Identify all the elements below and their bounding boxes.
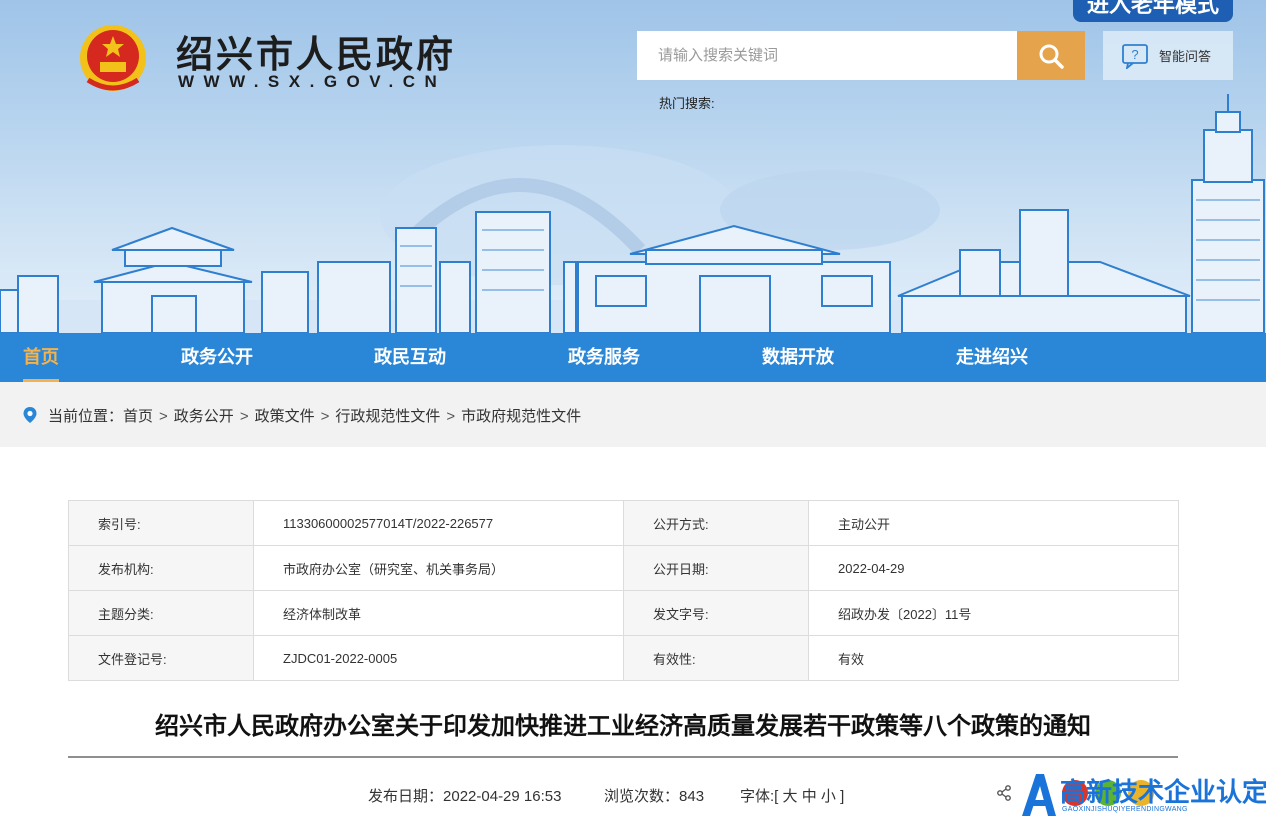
info-key: 发文字号:	[623, 590, 809, 636]
info-value: 主动公开	[808, 500, 1179, 546]
breadcrumb-separator: >	[446, 408, 456, 425]
table-row: 索引号: 11330600002577014T/2022-226577 公开方式…	[68, 500, 1179, 546]
ai-assistant-button[interactable]: ? 智能问答	[1103, 31, 1233, 80]
magnifier-icon	[1039, 44, 1064, 69]
breadcrumb-separator: >	[159, 408, 168, 425]
font-size-label: 字体:[	[740, 788, 779, 805]
info-value: ZJDC01-2022-0005	[253, 635, 624, 681]
site-header: 绍兴市人民政府 WWW.SX.GOV.CN 进入老年模式 ? 智能问答 热门搜索…	[0, 0, 1266, 333]
breadcrumb-separator: >	[320, 408, 330, 425]
elder-mode-button[interactable]: 进入老年模式	[1073, 0, 1233, 22]
font-size-medium[interactable]: 中	[802, 788, 817, 805]
article-title: 绍兴市人民政府办公室关于印发加快推进工业经济高质量发展若干政策等八个政策的通知	[155, 713, 1091, 740]
main-nav: 首页 政务公开 政民互动 政务服务 数据开放 走进绍兴	[0, 333, 1266, 382]
nav-home[interactable]: 首页	[23, 333, 59, 382]
share-icon[interactable]	[996, 785, 1012, 801]
breadcrumb-prefix: 当前位置：	[48, 408, 124, 425]
font-size-small[interactable]: 小	[821, 788, 836, 805]
question-bubble-icon: ?	[1122, 43, 1148, 69]
watermark-subtext: GAOXINJISHUQIYERENDINGWANG	[1062, 806, 1188, 813]
nav-about-shaoxing[interactable]: 走进绍兴	[956, 333, 1028, 382]
national-emblem-icon	[80, 25, 146, 91]
info-value: 11330600002577014T/2022-226577	[253, 500, 624, 546]
hot-search-label: 热门搜索:	[659, 96, 715, 111]
breadcrumb-municipal-normative-documents[interactable]: 市政府规范性文件	[461, 408, 581, 425]
breadcrumb: 当前位置：首页 > 政务公开 > 政策文件 > 行政规范性文件 > 市政府规范性文件	[48, 405, 581, 426]
info-value: 经济体制改革	[253, 590, 624, 636]
font-size-switcher: 字体:[ 大 中 小 ]	[740, 785, 844, 806]
site-title: 绍兴市人民政府	[176, 32, 456, 76]
info-key: 有效性:	[623, 635, 809, 681]
table-row: 发布机构: 市政府办公室（研究室、机关事务局） 公开日期: 2022-04-29	[68, 545, 1179, 591]
view-count: 浏览次数：843	[604, 785, 704, 806]
nav-government-services[interactable]: 政务服务	[568, 333, 640, 382]
info-key: 文件登记号:	[68, 635, 254, 681]
svg-text:?: ?	[1131, 47, 1138, 62]
publish-date-label: 发布日期：	[368, 788, 444, 805]
info-value: 市政府办公室（研究室、机关事务局）	[253, 545, 624, 591]
ai-assistant-label: 智能问答	[1159, 49, 1212, 64]
title-divider	[68, 756, 1178, 758]
info-key: 公开方式:	[623, 500, 809, 546]
info-key: 主题分类:	[68, 590, 254, 636]
search-input[interactable]	[637, 31, 1017, 80]
font-size-large[interactable]: 大	[783, 788, 798, 805]
nav-open-data[interactable]: 数据开放	[762, 333, 834, 382]
info-key: 公开日期:	[623, 545, 809, 591]
breadcrumb-policy-documents[interactable]: 政策文件	[255, 408, 315, 425]
location-pin-icon	[23, 407, 37, 423]
search-button[interactable]	[1017, 31, 1085, 80]
info-value: 2022-04-29	[808, 545, 1179, 591]
watermark-text: 高新技术企业认定网	[1060, 777, 1266, 807]
breadcrumb-normative-documents[interactable]: 行政规范性文件	[335, 408, 440, 425]
view-count-value: 843	[679, 788, 705, 805]
watermark: 高新技术企业认定网 GAOXINJISHUQIYERENDINGWANG	[1018, 768, 1266, 822]
view-count-label: 浏览次数：	[604, 788, 680, 805]
breadcrumb-bar: 当前位置：首页 > 政务公开 > 政策文件 > 行政规范性文件 > 市政府规范性文件	[0, 382, 1266, 447]
site-domain: WWW.SX.GOV.CN	[178, 72, 447, 91]
info-key: 索引号:	[68, 500, 254, 546]
breadcrumb-home[interactable]: 首页	[123, 408, 153, 425]
watermark-logo-icon	[1022, 774, 1056, 816]
document-info-table: 索引号: 11330600002577014T/2022-226577 公开方式…	[68, 500, 1179, 681]
publish-date: 发布日期：2022-04-29 16:53	[368, 785, 561, 806]
info-key: 发布机构:	[68, 545, 254, 591]
table-row: 文件登记号: ZJDC01-2022-0005 有效性: 有效	[68, 635, 1179, 681]
nav-public-interaction[interactable]: 政民互动	[374, 333, 446, 382]
nav-government-affairs[interactable]: 政务公开	[181, 333, 253, 382]
table-row: 主题分类: 经济体制改革 发文字号: 绍政办发〔2022〕11号	[68, 590, 1179, 636]
breadcrumb-government-affairs[interactable]: 政务公开	[174, 408, 234, 425]
breadcrumb-separator: >	[239, 408, 249, 425]
info-value: 绍政办发〔2022〕11号	[808, 590, 1179, 636]
publish-date-value: 2022-04-29 16:53	[443, 788, 562, 805]
font-size-close: ]	[840, 788, 845, 805]
info-value: 有效	[808, 635, 1179, 681]
